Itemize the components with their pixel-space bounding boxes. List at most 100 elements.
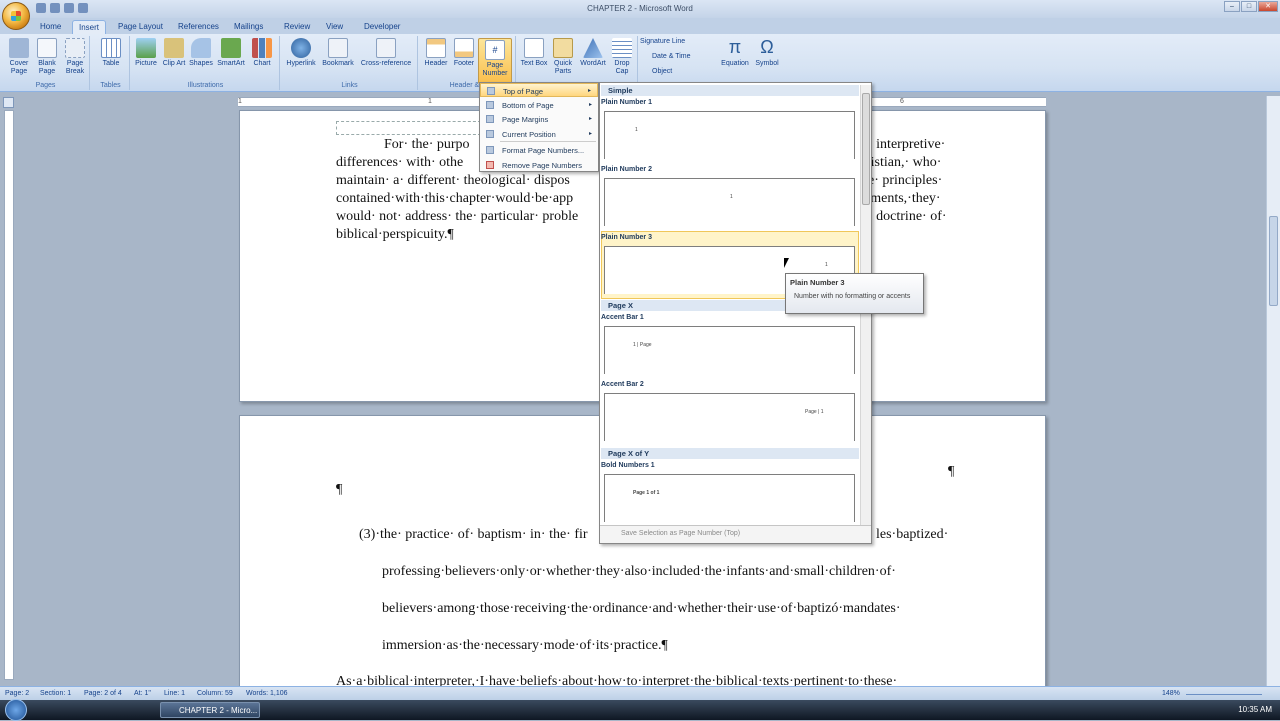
- tooltip-title: Plain Number 3: [790, 278, 845, 287]
- maximize-button[interactable]: □: [1241, 1, 1257, 12]
- tab-review[interactable]: Review: [278, 20, 316, 34]
- window-controls: – □ ✕: [1224, 1, 1278, 12]
- clock: 10:35 AM: [1238, 705, 1272, 714]
- symbol-button[interactable]: Ω Symbol: [752, 38, 782, 68]
- tab-mailings[interactable]: Mailings: [228, 20, 269, 34]
- status-at[interactable]: At: 1": [134, 690, 151, 697]
- bottom-of-page-icon: [486, 101, 494, 109]
- clip-art-button[interactable]: Clip Art: [162, 38, 186, 68]
- quick-parts-button[interactable]: Quick Parts: [548, 38, 578, 76]
- submenu-arrow-icon: ▸: [588, 116, 592, 122]
- drop-cap-button[interactable]: Drop Cap: [608, 38, 636, 76]
- page-number-icon: #: [485, 40, 505, 60]
- header-area[interactable]: [336, 121, 481, 135]
- tab-insert[interactable]: Insert: [72, 20, 107, 34]
- gallery-item-label: Accent Bar 2: [601, 381, 644, 388]
- vertical-ruler[interactable]: [4, 110, 14, 680]
- submenu-arrow-icon: ▸: [587, 88, 591, 94]
- taskbar-word-item[interactable]: CHAPTER 2 - Micro...: [160, 702, 260, 718]
- menu-divider: [500, 141, 596, 142]
- office-button[interactable]: [2, 2, 30, 30]
- pilcrow-mark: ¶: [948, 464, 955, 479]
- mouse-cursor-icon: [784, 258, 792, 268]
- footer-button[interactable]: Footer: [450, 38, 478, 68]
- tab-page-layout[interactable]: Page Layout: [112, 20, 169, 34]
- gallery-item-plain-number-2[interactable]: 1: [604, 178, 855, 226]
- gallery-item-label: Plain Number 3: [601, 234, 652, 241]
- scroll-thumb[interactable]: [1269, 216, 1278, 306]
- status-words[interactable]: Words: 1,106: [246, 690, 288, 697]
- menu-page-margins[interactable]: Page Margins ▸: [480, 112, 598, 126]
- blank-page-button[interactable]: Blank Page: [34, 38, 60, 76]
- save-selection-as-page-number-button[interactable]: Save Selection as Page Number (Top): [600, 525, 871, 543]
- gallery-item-accent-bar-1[interactable]: 1 | Page: [604, 326, 855, 374]
- bookmark-button[interactable]: Bookmark: [320, 38, 356, 68]
- shapes-button[interactable]: Shapes: [188, 38, 214, 68]
- status-page[interactable]: Page: 2: [5, 690, 29, 697]
- table-button[interactable]: Table: [98, 38, 124, 68]
- tab-view[interactable]: View: [320, 20, 349, 34]
- gallery-item-bold-numbers-1[interactable]: Page 1 of 1: [604, 474, 855, 522]
- menu-bottom-of-page[interactable]: Bottom of Page ▸: [480, 98, 598, 112]
- wordart-button[interactable]: WordArt: [578, 38, 608, 68]
- paragraph-line: contained·with·this·chapter·would·be·app: [336, 191, 574, 206]
- globe-icon: [291, 38, 311, 58]
- status-page-of[interactable]: Page: 2 of 4: [84, 690, 122, 697]
- page-number-button[interactable]: # Page Number: [478, 38, 512, 84]
- paragraph-fragment: · doctrine· of·: [868, 209, 947, 224]
- start-button[interactable]: [5, 699, 27, 721]
- object-button[interactable]: Object: [652, 68, 672, 75]
- group-links: Hyperlink Bookmark Cross-reference Links: [282, 36, 418, 90]
- bookmark-icon: [328, 38, 348, 58]
- hyperlink-button[interactable]: Hyperlink: [284, 38, 318, 68]
- paragraph-fragment: ements,·they·: [864, 191, 941, 206]
- vertical-scrollbar[interactable]: [1266, 96, 1280, 686]
- paragraph-line: (3)·the· practice· of· baptism· in· the·…: [359, 527, 588, 542]
- menu-current-position[interactable]: Current Position ▸: [480, 127, 598, 141]
- gallery-section-header: Page X of Y: [601, 448, 859, 459]
- menu-top-of-page[interactable]: Top of Page ▸: [480, 83, 598, 97]
- footer-icon: [454, 38, 474, 58]
- status-section[interactable]: Section: 1: [40, 690, 71, 697]
- gallery-item-accent-bar-2[interactable]: Page | 1: [604, 393, 855, 441]
- gallery-item-label: Accent Bar 1: [601, 314, 644, 321]
- format-page-numbers-icon: [486, 146, 494, 154]
- gallery-item-plain-number-1[interactable]: 1: [604, 111, 855, 159]
- tooltip-description: Number with no formatting or accents: [794, 293, 911, 300]
- status-column[interactable]: Column: 59: [197, 690, 233, 697]
- menu-format-page-numbers[interactable]: Format Page Numbers...: [480, 143, 598, 157]
- equation-button[interactable]: π Equation: [718, 38, 752, 68]
- close-button[interactable]: ✕: [1258, 1, 1278, 12]
- paragraph-line: immersion·as·the·necessary·mode·of·its·p…: [382, 638, 668, 653]
- submenu-arrow-icon: ▸: [588, 102, 592, 108]
- tab-home[interactable]: Home: [34, 20, 67, 34]
- paragraph-fragment: · interpretive·: [868, 137, 946, 152]
- page-break-button[interactable]: Page Break: [62, 38, 88, 76]
- date-time-button[interactable]: Date & Time: [652, 53, 691, 60]
- menu-remove-page-numbers[interactable]: Remove Page Numbers: [480, 158, 598, 172]
- cover-page-button[interactable]: Cover Page: [6, 38, 32, 76]
- header-button[interactable]: Header: [422, 38, 450, 68]
- ruler-toggle-button[interactable]: [3, 97, 14, 108]
- text-box-button[interactable]: Text Box: [520, 38, 548, 68]
- paragraph-fragment: ristian,· who·: [866, 155, 942, 170]
- chart-button[interactable]: Chart: [248, 38, 276, 68]
- picture-button[interactable]: Picture: [132, 38, 160, 68]
- zoom-level[interactable]: 148%: [1162, 690, 1180, 697]
- paragraph-fragment: e· principles·: [868, 173, 943, 188]
- smartart-button[interactable]: SmartArt: [216, 38, 246, 68]
- gallery-item-label: Plain Number 2: [601, 166, 652, 173]
- gallery-item-label: Bold Numbers 1: [601, 462, 655, 469]
- tab-developer[interactable]: Developer: [358, 20, 406, 34]
- signature-line-button[interactable]: Signature Line: [640, 38, 685, 45]
- gallery-section-header: Simple: [601, 85, 859, 96]
- gallery-scroll-thumb[interactable]: [862, 93, 870, 205]
- taskbar: CHAPTER 2 - Micro... 10:35 AM: [0, 699, 1280, 721]
- top-of-page-icon: [487, 87, 495, 95]
- cross-reference-button[interactable]: Cross-reference: [358, 38, 414, 68]
- status-line[interactable]: Line: 1: [164, 690, 185, 697]
- zoom-slider[interactable]: [1186, 694, 1262, 695]
- minimize-button[interactable]: –: [1224, 1, 1240, 12]
- group-tables: Table Tables: [92, 36, 130, 90]
- tab-references[interactable]: References: [172, 20, 225, 34]
